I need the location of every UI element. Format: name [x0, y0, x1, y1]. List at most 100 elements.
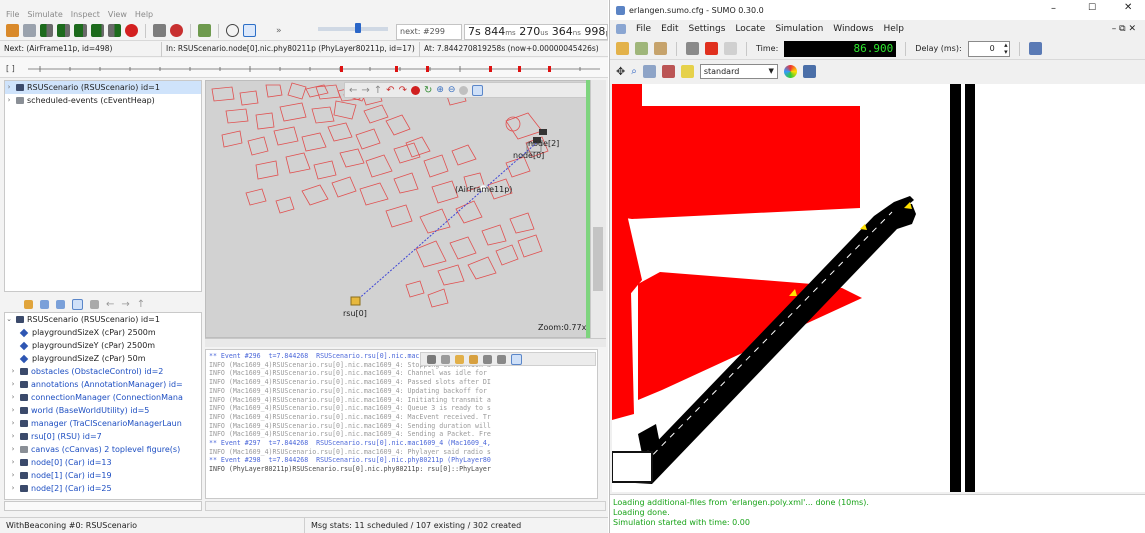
- undo-icon[interactable]: ↶: [386, 85, 394, 96]
- inspector-param-row[interactable]: playgroundSizeZ (cPar) 50m: [5, 352, 201, 365]
- network-canvas[interactable]: [205, 80, 598, 338]
- rebuild-network-icon[interactable]: [23, 24, 36, 37]
- reload-icon[interactable]: [654, 42, 667, 55]
- network-icon[interactable]: [198, 24, 211, 37]
- inspector-param-row[interactable]: playgroundSizeY (cPar) 2500m: [5, 339, 201, 352]
- log-save-icon[interactable]: [483, 354, 492, 364]
- record-icon[interactable]: [170, 24, 183, 37]
- more-chevron-icon[interactable]: »: [276, 26, 282, 36]
- expand-caret-icon[interactable]: ›: [5, 81, 13, 94]
- minimize-icon[interactable]: –: [1051, 3, 1056, 14]
- delay-input[interactable]: 0 ▴ ▾: [967, 40, 1010, 57]
- relayout-icon[interactable]: ↻: [424, 85, 432, 96]
- collapse-caret-icon[interactable]: ⌄: [5, 313, 13, 326]
- canvas-vscroll-thumb[interactable]: [593, 227, 603, 291]
- stop-icon[interactable]: [410, 85, 420, 95]
- menu-file[interactable]: File: [636, 24, 651, 34]
- inspector-module-row[interactable]: › annotations (AnnotationManager) id=: [5, 378, 201, 391]
- canvas-hscrollbar[interactable]: [205, 338, 606, 347]
- mdi-controls-icon[interactable]: – ⧉ ✕: [1112, 24, 1136, 34]
- expand-caret-icon[interactable]: ›: [9, 417, 17, 430]
- inspector-param-row[interactable]: playgroundSizeX (cPar) 2500m: [5, 326, 201, 339]
- step-icon[interactable]: [724, 42, 737, 55]
- spinner-icon[interactable]: ▴ ▾: [1004, 41, 1008, 56]
- run-icon[interactable]: [686, 42, 699, 55]
- visualization-settings-icon[interactable]: [783, 64, 797, 78]
- log-hscrollbar[interactable]: [205, 501, 606, 511]
- locate-vehicle-icon[interactable]: [661, 64, 675, 78]
- inspector-module-row[interactable]: › world (BaseWorldUtility) id=5: [5, 404, 201, 417]
- fast-run-icon[interactable]: [74, 24, 87, 37]
- inspector-module-row[interactable]: › node[1] (Car) id=19: [5, 469, 201, 482]
- express-run-icon[interactable]: [91, 24, 104, 37]
- new-view-icon[interactable]: [1028, 42, 1042, 55]
- stop-icon[interactable]: [705, 42, 718, 55]
- animation-icon[interactable]: [459, 85, 469, 95]
- color-scheme-select[interactable]: standard ▼: [699, 63, 778, 79]
- parent-arrow-icon[interactable]: ↑: [374, 85, 382, 96]
- run-icon[interactable]: [57, 24, 70, 37]
- tree-item-scheduled-events[interactable]: › scheduled-events (cEventHeap): [5, 94, 201, 107]
- back-arrow-icon[interactable]: ←: [349, 85, 357, 96]
- redo-icon[interactable]: ↷: [399, 85, 407, 96]
- group-icon[interactable]: [24, 299, 33, 309]
- expand-caret-icon[interactable]: ›: [9, 378, 17, 391]
- run-until-icon[interactable]: [108, 24, 121, 37]
- forward-arrow-icon[interactable]: →: [121, 299, 129, 310]
- forward-arrow-icon[interactable]: →: [361, 85, 369, 96]
- expand-caret-icon[interactable]: ›: [9, 391, 17, 404]
- poi-icon[interactable]: [680, 64, 694, 78]
- inspector-hscrollbar[interactable]: [4, 501, 202, 511]
- maximize-icon[interactable]: ☐: [1088, 3, 1096, 13]
- log-filter-icon[interactable]: [427, 354, 436, 364]
- zoom-in-icon[interactable]: ⊕: [436, 85, 444, 95]
- menu-file[interactable]: File: [6, 10, 19, 19]
- menu-help[interactable]: Help: [883, 24, 904, 34]
- event-log-icon[interactable]: [153, 24, 166, 37]
- find-icon[interactable]: [226, 24, 239, 37]
- rsu-icon[interactable]: [350, 296, 361, 306]
- expand-caret-icon[interactable]: ›: [9, 469, 17, 482]
- menu-simulate[interactable]: Simulate: [27, 10, 62, 19]
- locate-icon[interactable]: [642, 64, 656, 78]
- zoom-icon[interactable]: ⌕: [631, 66, 637, 77]
- car-node2-icon[interactable]: [539, 129, 547, 135]
- inheritance-view-icon[interactable]: [72, 298, 83, 310]
- close-icon[interactable]: ✕: [1124, 2, 1132, 13]
- speed-slider-track[interactable]: [318, 27, 388, 31]
- inspector-module-row[interactable]: › node[0] (Car) id=13: [5, 456, 201, 469]
- inspector-module-row[interactable]: › rsu[0] (RSU) id=7: [5, 430, 201, 443]
- log-settings-icon[interactable]: [469, 354, 478, 364]
- open-network-icon[interactable]: [635, 42, 648, 55]
- menu-edit[interactable]: Edit: [661, 24, 678, 34]
- log-find-icon[interactable]: [455, 354, 464, 364]
- inspector-module-row[interactable]: › manager (TraCIScenarioManagerLaun: [5, 417, 201, 430]
- tree-item-rsuscenario[interactable]: › RSUScenario (RSUScenario) id=1: [5, 81, 201, 94]
- log-messages-icon[interactable]: [441, 354, 450, 364]
- event-log[interactable]: ** Event #296 t=7.844268 RSUScenario.rsu…: [205, 349, 598, 499]
- menu-simulation[interactable]: Simulation: [775, 24, 823, 34]
- expand-caret-icon[interactable]: ›: [9, 365, 17, 378]
- expand-caret-icon[interactable]: ›: [9, 456, 17, 469]
- inspector-module-row[interactable]: › connectionManager (ConnectionMana: [5, 391, 201, 404]
- zoom-out-icon[interactable]: ⊖: [448, 85, 456, 95]
- menu-view[interactable]: View: [108, 10, 127, 19]
- stop-icon[interactable]: [125, 24, 138, 37]
- sumo-map-view[interactable]: [612, 84, 1145, 492]
- children-view-icon[interactable]: [56, 299, 65, 309]
- inspector-canvas-row[interactable]: › canvas (cCanvas) 2 toplevel figure(s): [5, 443, 201, 456]
- log-copy-icon[interactable]: [497, 354, 506, 364]
- inspector-module-row[interactable]: › obstacles (ObstacleControl) id=2: [5, 365, 201, 378]
- expand-caret-icon[interactable]: ›: [9, 482, 17, 495]
- speed-slider-handle[interactable]: [355, 23, 361, 33]
- expand-caret-icon[interactable]: ›: [9, 443, 17, 456]
- expand-caret-icon[interactable]: ›: [9, 404, 17, 417]
- inspector-module-row[interactable]: › node[2] (Car) id=25: [5, 482, 201, 495]
- expand-caret-icon[interactable]: ›: [9, 430, 17, 443]
- expand-caret-icon[interactable]: ›: [5, 94, 13, 107]
- menu-help[interactable]: Help: [135, 10, 153, 19]
- step-icon[interactable]: [40, 24, 53, 37]
- menu-windows[interactable]: Windows: [833, 24, 873, 34]
- load-config-icon[interactable]: [6, 24, 19, 37]
- screenshot-icon[interactable]: [802, 64, 816, 78]
